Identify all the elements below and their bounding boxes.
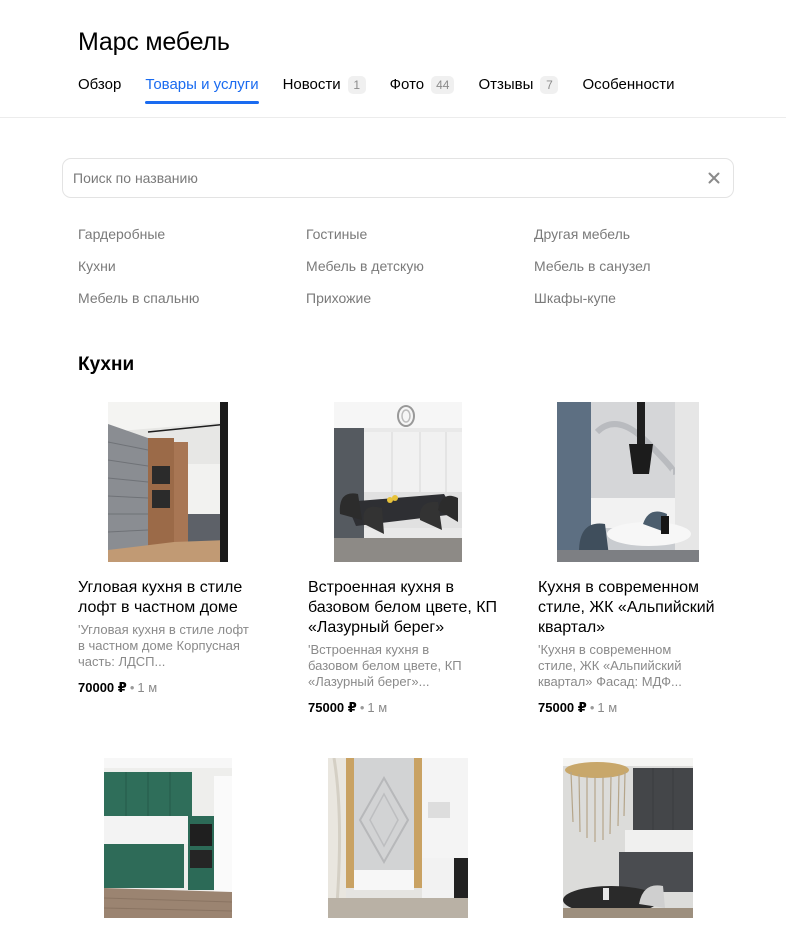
company-title: Марс мебель [78,28,230,56]
product-photo[interactable] [563,758,693,918]
tab-products-services[interactable]: Товары и услуги [145,74,259,104]
product-meta: 70000 ₽ • 1 м [78,679,157,697]
tab-label: Новости [282,76,341,93]
section-title: Кухни [78,354,135,375]
tab-photos[interactable]: Фото 44 [390,74,455,104]
tab-label: Отзывы [478,76,534,93]
tab-overview[interactable]: Обзор [78,74,121,104]
category-link-wardrobes[interactable]: Гардеробные [78,224,306,244]
product-meta: 75000 ₽ • 1 м [308,699,387,717]
separator-dot: • [359,700,365,715]
product-description: 'Встроенная кухня в базовом белом цвете,… [308,642,462,689]
category-list: Гардеробные Гостиные Другая мебель Кухни… [78,224,718,308]
category-link-sliding-wardrobes[interactable]: Шкафы-купе [534,288,718,308]
tab-reviews[interactable]: Отзывы 7 [478,74,559,104]
product-price: 70000 ₽ [78,680,127,695]
product-title[interactable]: Угловая кухня в стиле лофт в частном дом… [78,578,278,618]
search-box [62,158,734,198]
category-link-bedroom[interactable]: Мебель в спальню [78,288,306,308]
tab-count-badge: 44 [431,76,455,94]
category-link-kids-room[interactable]: Мебель в детскую [306,256,534,276]
product-photo[interactable] [334,402,462,562]
tab-label: Особенности [582,76,675,93]
category-link-kitchens[interactable]: Кухни [78,256,306,276]
category-link-bathroom[interactable]: Мебель в санузел [534,256,718,276]
tab-label: Обзор [78,76,122,93]
separator-dot: • [589,700,595,715]
search-input[interactable] [73,159,693,197]
tab-features[interactable]: Особенности [582,74,674,104]
tab-news[interactable]: Новости 1 [283,74,366,104]
category-link-other-furniture[interactable]: Другая мебель [534,224,718,244]
tab-count-badge: 7 [540,76,559,94]
tab-count-badge: 1 [347,76,366,94]
separator-dot: • [129,680,135,695]
product-age: 1 м [367,700,388,715]
tab-label: Фото [389,76,425,93]
product-title[interactable]: Встроенная кухня в базовом белом цвете, … [308,578,508,638]
product-photo[interactable] [557,402,699,562]
product-meta: 75000 ₽ • 1 м [538,699,617,717]
category-link-hallways[interactable]: Прихожие [306,288,534,308]
product-photo[interactable] [108,402,228,562]
product-price: 75000 ₽ [538,700,587,715]
product-photo[interactable] [104,758,232,918]
close-icon[interactable] [707,171,721,185]
product-description: 'Кухня в современном стиле, ЖК «Альпийск… [538,642,682,689]
tab-label: Товары и услуги [145,76,259,93]
product-title[interactable]: Кухня в современном стиле, ЖК «Альпийски… [538,578,738,638]
page-header: Марс мебель Обзор Товары и услуги Новост… [0,0,786,118]
product-age: 1 м [597,700,618,715]
tab-bar: Обзор Товары и услуги Новости 1 Фото 44 … [78,74,699,104]
product-description: 'Угловая кухня в стиле лофт в частном до… [78,622,249,669]
product-age: 1 м [137,680,158,695]
category-link-living-rooms[interactable]: Гостиные [306,224,534,244]
product-photo[interactable] [328,758,468,918]
product-price: 75000 ₽ [308,700,357,715]
